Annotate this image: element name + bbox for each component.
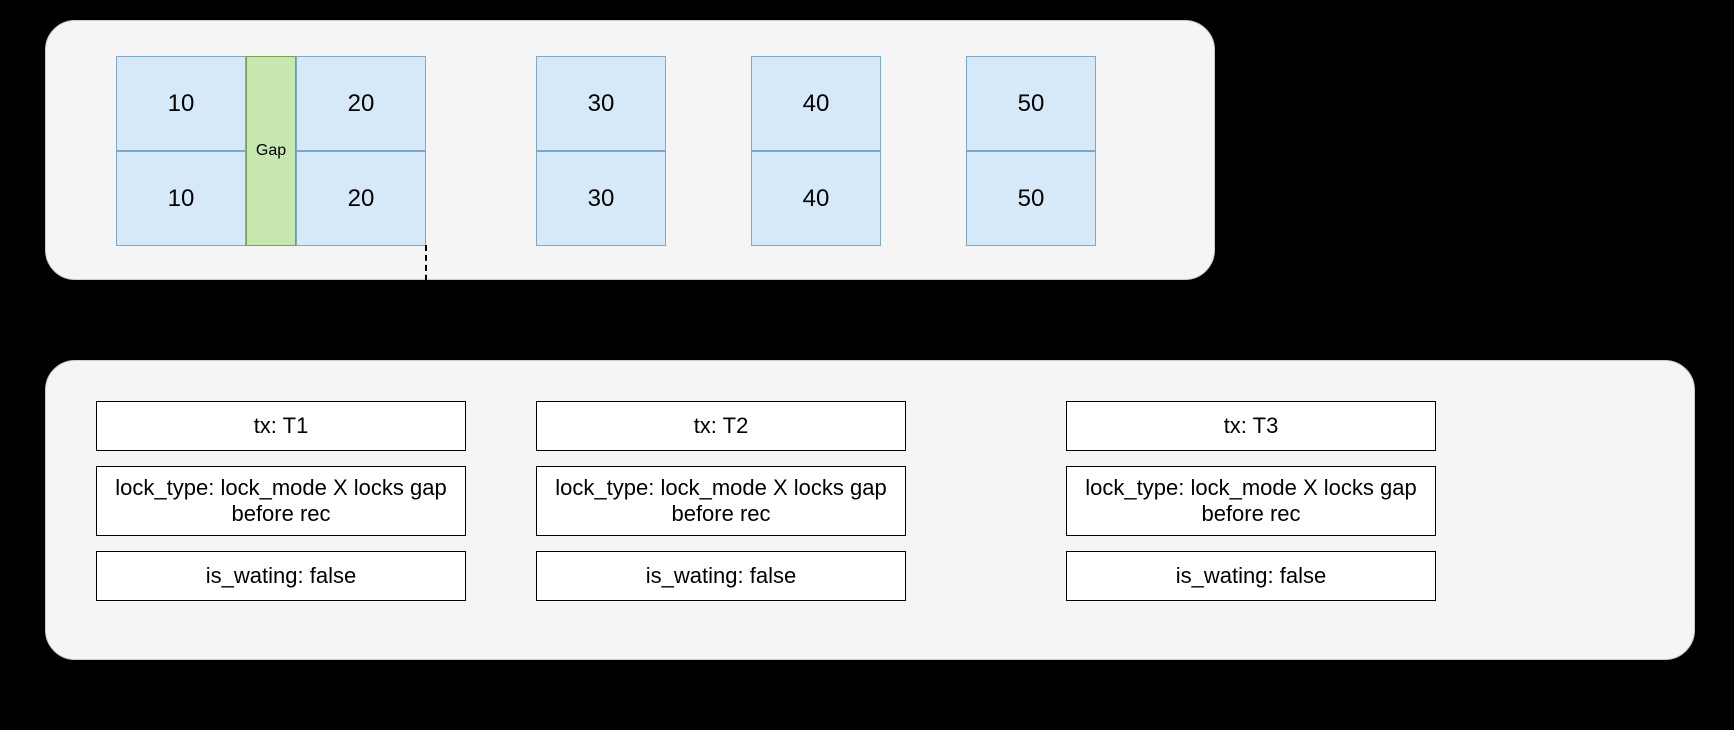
lock-t2-type: lock_type: lock_mode X locks gap before … xyxy=(536,466,906,536)
cell-50-top: 50 xyxy=(966,56,1096,151)
lock-t3-tx: tx: T3 xyxy=(1066,401,1436,451)
cell-10-top: 10 xyxy=(116,56,246,151)
lock-t3-waiting: is_wating: false xyxy=(1066,551,1436,601)
lock-t1-type: lock_type: lock_mode X locks gap before … xyxy=(96,466,466,536)
cell-10-bottom: 10 xyxy=(116,151,246,246)
locks-panel: tx: T1 lock_type: lock_mode X locks gap … xyxy=(45,360,1695,660)
lock-t1-tx: tx: T1 xyxy=(96,401,466,451)
gap-cell: Gap xyxy=(246,56,296,246)
connector-line xyxy=(425,245,427,360)
lock-t2-waiting: is_wating: false xyxy=(536,551,906,601)
cell-40-top: 40 xyxy=(751,56,881,151)
cell-50-bottom: 50 xyxy=(966,151,1096,246)
cell-30-bottom: 30 xyxy=(536,151,666,246)
lock-t1-waiting: is_wating: false xyxy=(96,551,466,601)
cell-40-bottom: 40 xyxy=(751,151,881,246)
cell-20-top: 20 xyxy=(296,56,426,151)
cell-20-bottom: 20 xyxy=(296,151,426,246)
lock-t3-type: lock_type: lock_mode X locks gap before … xyxy=(1066,466,1436,536)
index-panel: 10 10 Gap 20 20 30 30 40 40 50 50 xyxy=(45,20,1215,280)
lock-t2-tx: tx: T2 xyxy=(536,401,906,451)
cell-30-top: 30 xyxy=(536,56,666,151)
